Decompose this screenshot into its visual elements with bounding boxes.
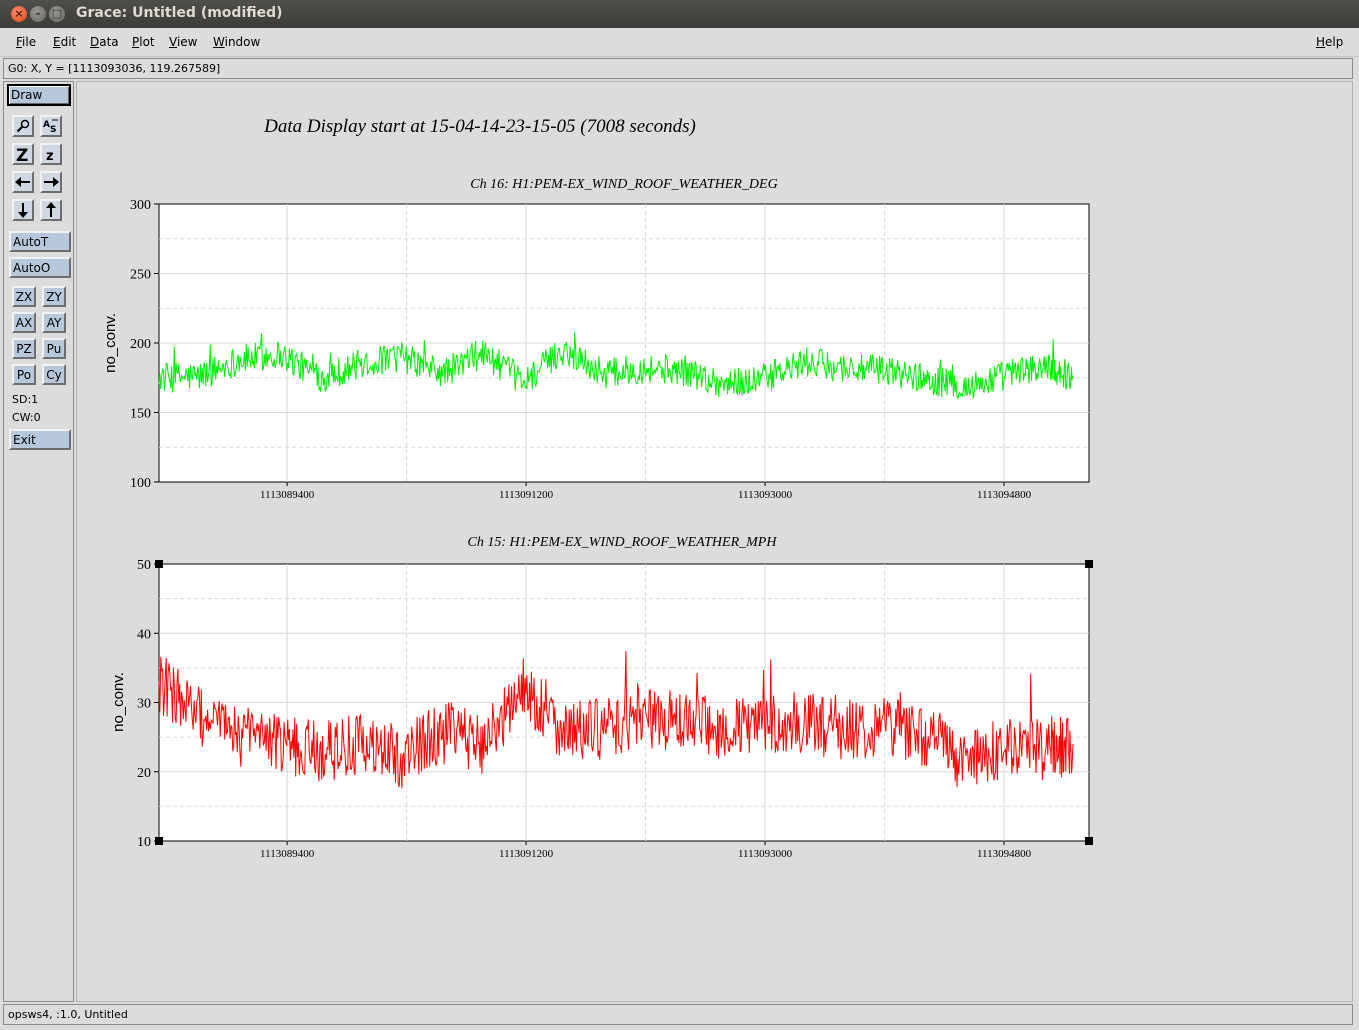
menu-data[interactable]: Data (90, 35, 119, 49)
x-tick-label: 1113089400 (260, 848, 315, 860)
y-tick-label: 30 (137, 697, 151, 712)
chart-deg-title: Ch 16: H1:PEM-EX_WIND_ROOF_WEATHER_DEG (470, 177, 777, 192)
menu-file[interactable]: File (16, 35, 36, 49)
exit-button[interactable]: Exit (9, 429, 71, 450)
left-arrow-icon[interactable] (12, 171, 34, 193)
menu-help[interactable]: Help (1316, 35, 1343, 49)
zoom-in-icon[interactable]: Z (12, 143, 34, 165)
svg-text:A: A (43, 120, 50, 130)
minimize-window-button[interactable]: – (30, 6, 46, 22)
menu-bar: File Edit Data Plot View Window Help (0, 28, 1359, 57)
y-tick-label: 150 (130, 407, 151, 422)
x-tick-label: 1113094800 (977, 848, 1032, 860)
y-tick-label: 300 (130, 198, 151, 213)
ay-button[interactable]: AY (42, 312, 66, 333)
selection-handle-bottom-left[interactable] (155, 837, 163, 845)
chart-deg-y-axis-label: no_conv. (102, 313, 119, 373)
up-arrow-icon[interactable] (40, 199, 62, 221)
x-tick-label: 1113091200 (499, 848, 554, 860)
toolbar: Draw AS Z z AutoT AutoO ZX ZY AX AY PZ P… (3, 81, 74, 1002)
y-tick-label: 10 (137, 835, 151, 850)
title-bar: × – □ Grace: Untitled (modified) (0, 0, 1359, 28)
selection-handle-bottom-right[interactable] (1085, 837, 1093, 845)
chart-mph-y-axis-label: no_conv. (110, 672, 127, 732)
x-tick-label: 1113093000 (738, 489, 793, 501)
x-tick-label: 1113091200 (499, 489, 554, 501)
x-tick-label: 1113093000 (738, 848, 793, 860)
cy-button[interactable]: Cy (42, 364, 66, 385)
menu-window[interactable]: Window (213, 35, 260, 49)
pu-button[interactable]: Pu (42, 338, 66, 359)
autot-button[interactable]: AutoT (9, 231, 71, 252)
y-tick-label: 200 (130, 337, 151, 352)
y-tick-label: 250 (130, 268, 151, 283)
y-tick-label: 50 (137, 558, 151, 573)
zy-button[interactable]: ZY (42, 286, 66, 307)
x-tick-label: 1113094800 (977, 489, 1032, 501)
zoom-icon[interactable] (12, 115, 34, 137)
grace-window: × – □ Grace: Untitled (modified) File Ed… (0, 0, 1359, 1030)
menu-plot[interactable]: Plot (132, 35, 155, 49)
zoom-out-icon[interactable]: z (40, 143, 62, 165)
graph-svg[interactable]: Data Display start at 15-04-14-23-15-05 … (77, 82, 1354, 1003)
selection-handle-top-right[interactable] (1085, 560, 1093, 568)
window-title: Grace: Untitled (modified) (76, 5, 283, 21)
right-arrow-icon[interactable] (40, 171, 62, 193)
zx-button[interactable]: ZX (12, 286, 36, 307)
svg-text:S: S (50, 125, 56, 134)
pz-button[interactable]: PZ (12, 338, 36, 359)
graph-title: Data Display start at 15-04-14-23-15-05 … (263, 116, 696, 137)
close-window-button[interactable]: × (11, 6, 27, 22)
y-tick-label: 100 (130, 476, 151, 491)
autoo-button[interactable]: AutoO (9, 257, 71, 278)
selection-handle-top-left[interactable] (155, 560, 163, 568)
y-tick-label: 20 (137, 766, 151, 781)
autoscale-text-icon[interactable]: AS (40, 115, 62, 137)
draw-button[interactable]: Draw (7, 84, 71, 106)
maximize-window-button[interactable]: □ (49, 6, 65, 22)
svg-text:z: z (46, 149, 54, 161)
ax-button[interactable]: AX (12, 312, 36, 333)
po-button[interactable]: Po (12, 364, 36, 385)
svg-text:Z: Z (16, 146, 28, 162)
locator-bar: G0: X, Y = [1113093036, 119.267589] (3, 58, 1353, 79)
down-arrow-icon[interactable] (12, 199, 34, 221)
menu-view[interactable]: View (169, 35, 197, 49)
graph-canvas[interactable]: Data Display start at 15-04-14-23-15-05 … (76, 81, 1353, 1002)
y-tick-label: 40 (137, 627, 151, 642)
x-tick-label: 1113089400 (260, 489, 315, 501)
current-world-label: CW:0 (12, 411, 41, 424)
set-display-label: SD:1 (12, 393, 39, 406)
chart-mph-title: Ch 15: H1:PEM-EX_WIND_ROOF_WEATHER_MPH (468, 535, 778, 550)
status-bar: opsws4, :1.0, Untitled (3, 1004, 1353, 1025)
menu-edit[interactable]: Edit (53, 35, 76, 49)
